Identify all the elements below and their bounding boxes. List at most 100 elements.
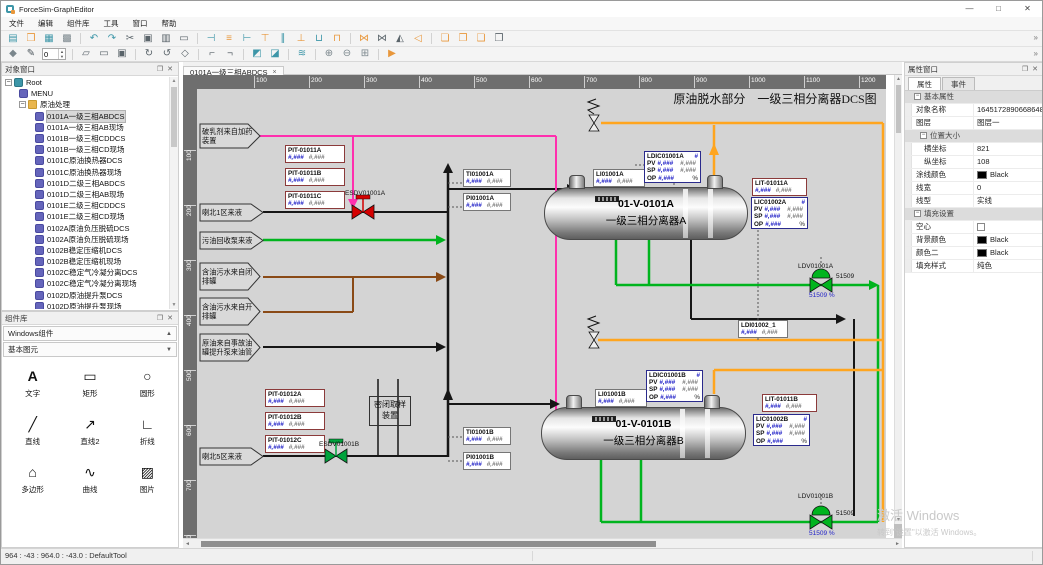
menu-item[interactable]: 文件 bbox=[2, 17, 31, 30]
group-collapse-icon[interactable]: − bbox=[914, 93, 921, 100]
flip-horizontal-icon[interactable]: ⋈ bbox=[356, 32, 372, 46]
hook-out-icon[interactable]: ¬ bbox=[222, 47, 238, 61]
send-to-back-icon[interactable]: ❐ bbox=[455, 32, 471, 46]
maximize-button[interactable]: □ bbox=[984, 1, 1013, 17]
open-file-icon[interactable]: ❒ bbox=[23, 32, 39, 46]
ungroup-icon[interactable]: ❒ bbox=[491, 32, 507, 46]
menu-item[interactable]: 工具 bbox=[97, 17, 126, 30]
instrument-PIT-01012C[interactable]: PIT-01012C#,####,### bbox=[265, 435, 325, 453]
closed-sampling-device[interactable]: 密闭取样装置 bbox=[369, 396, 411, 426]
free-rotate-icon[interactable]: ◇ bbox=[177, 47, 193, 61]
print-icon[interactable]: ▩ bbox=[59, 32, 75, 46]
instrument-TI01001B[interactable]: TI01001B#,####,### bbox=[463, 427, 511, 445]
component-group-bar[interactable]: Windows组件▲ bbox=[3, 326, 177, 341]
undo-icon[interactable]: ↶ bbox=[86, 32, 102, 46]
tree-node-screen[interactable]: 0102C稳定气冷凝分离DCS bbox=[3, 267, 168, 278]
component-polyline-tool[interactable]: ∟折线 bbox=[119, 415, 176, 447]
canvas-vertical-scrollbar[interactable]: ▲ ▼ bbox=[894, 75, 902, 524]
property-row[interactable]: 对象名称1645172890668648 bbox=[905, 104, 1043, 117]
property-value[interactable]: Black bbox=[974, 247, 1043, 259]
property-row[interactable]: 涂线颜色Black bbox=[905, 169, 1043, 182]
paste-icon[interactable]: ▥ bbox=[158, 32, 174, 46]
property-row[interactable]: −位置大小 bbox=[905, 130, 1043, 143]
controller-LDIC01001A[interactable]: LDIC01001A#PV#,####,###SP#,####,###OP#,#… bbox=[644, 151, 701, 183]
zoom-out-icon[interactable]: ⊖ bbox=[339, 47, 355, 61]
component-polygon-tool[interactable]: ⌂多边形 bbox=[4, 463, 61, 495]
property-value[interactable]: Black bbox=[974, 234, 1043, 246]
tree-node-screen[interactable]: 0102B稳定压缩机DCS bbox=[3, 245, 168, 256]
property-row[interactable]: 背景颜色Black bbox=[905, 234, 1043, 247]
align-middle-icon[interactable]: ∥ bbox=[275, 32, 291, 46]
line-width-input[interactable] bbox=[43, 49, 58, 59]
controller-LIC01002A[interactable]: LIC01002A#PV#,####,###SP#,####,###OP#,##… bbox=[751, 197, 808, 229]
new-file-icon[interactable]: ▤ bbox=[5, 32, 21, 46]
collapse-arrow-icon[interactable]: ▲ bbox=[166, 328, 172, 340]
align-left-icon[interactable]: ⊣ bbox=[203, 32, 219, 46]
instrument-LI01001B[interactable]: LI01001B#,####,### bbox=[595, 389, 647, 407]
menu-item[interactable]: 窗口 bbox=[126, 17, 155, 30]
instrument-PI01001B[interactable]: PI01001B#,####,### bbox=[463, 452, 511, 470]
tree-node-screen[interactable]: 0101D二级三相AB现场 bbox=[3, 189, 168, 200]
zoom-fit-icon[interactable]: ⊞ bbox=[357, 47, 373, 61]
property-row[interactable]: 横坐标821 bbox=[905, 143, 1043, 156]
property-value[interactable]: 图层一 bbox=[974, 117, 1043, 129]
edit-image-icon[interactable]: ▣ bbox=[114, 47, 130, 61]
group-icon[interactable]: ❑ bbox=[473, 32, 489, 46]
tree-node-screen[interactable]: 0102A原油负压脱硫DCS bbox=[3, 222, 168, 233]
property-value[interactable]: 108 bbox=[974, 156, 1043, 168]
align-right-icon[interactable]: ⊢ bbox=[239, 32, 255, 46]
property-row[interactable]: 图层图层一 bbox=[905, 117, 1043, 130]
component-curve-tool[interactable]: ∿曲线 bbox=[61, 463, 118, 495]
panel-close-icon[interactable]: ✕ bbox=[165, 65, 175, 73]
instrument-PIT-01012A[interactable]: PIT-01012A#,####,### bbox=[265, 389, 325, 407]
vessel-01-V-0101B[interactable]: 01-V-0101B一级三相分离器B bbox=[541, 407, 746, 460]
menu-item[interactable]: 组件库 bbox=[60, 17, 97, 30]
panel-float-icon[interactable]: ❐ bbox=[1020, 65, 1030, 73]
edit-points-icon[interactable]: ▱ bbox=[78, 47, 94, 61]
property-row[interactable]: 线型实线 bbox=[905, 195, 1043, 208]
checkbox[interactable] bbox=[977, 223, 985, 231]
tree-node-screen[interactable]: 0101A一级三相ABDCS bbox=[3, 111, 168, 122]
tree-node-screen[interactable]: 0101A一级三相AB现场 bbox=[3, 122, 168, 133]
property-row[interactable]: −基本属性 bbox=[905, 91, 1043, 104]
tree-node-screen[interactable]: 0102D原油提升泵现场 bbox=[3, 301, 168, 309]
property-row[interactable]: 颜色二Black bbox=[905, 247, 1043, 260]
save-icon[interactable]: ▦ bbox=[41, 32, 57, 46]
instrument-LI01001A[interactable]: LI01001A#,####,### bbox=[593, 169, 645, 187]
pen-icon[interactable]: ✎ bbox=[23, 47, 39, 61]
tree-scrollbar[interactable]: ▲ ▼ bbox=[169, 77, 178, 309]
property-row[interactable]: 纵坐标108 bbox=[905, 156, 1043, 169]
property-value[interactable]: 0 bbox=[974, 182, 1043, 194]
delete-icon[interactable]: ▭ bbox=[176, 32, 192, 46]
rotate-ccw-icon[interactable]: ↺ bbox=[159, 47, 175, 61]
minimize-button[interactable]: — bbox=[955, 1, 984, 17]
instrument-LDI01002_1[interactable]: LDI01002_1#,####,### bbox=[738, 320, 788, 338]
component-group-bar[interactable]: 基本图元▼ bbox=[3, 342, 177, 357]
property-row[interactable]: 线宽0 bbox=[905, 182, 1043, 195]
align-bottom-icon[interactable]: ⊥ bbox=[293, 32, 309, 46]
menu-item[interactable]: 编辑 bbox=[31, 17, 60, 30]
properties-tab[interactable]: 事件 bbox=[942, 77, 975, 90]
component-image-tool[interactable]: ▨图片 bbox=[119, 463, 176, 495]
vessel-01-V-0101A[interactable]: 01-V-0101A一级三相分离器A bbox=[544, 187, 748, 240]
tree-node-screen[interactable]: 0102C稳定气冷凝分离现场 bbox=[3, 278, 168, 289]
component-line-tool[interactable]: ╱直线 bbox=[4, 415, 61, 447]
group-collapse-icon[interactable]: − bbox=[920, 132, 927, 139]
instrument-TI01001A[interactable]: TI01001A#,####,### bbox=[463, 169, 511, 187]
select-lasso-icon[interactable]: ◪ bbox=[267, 47, 283, 61]
instrument-PIT-01011C[interactable]: PIT-01011C#,####,### bbox=[285, 191, 345, 209]
instrument-PIT-01011A[interactable]: PIT-01011A#,####,### bbox=[285, 145, 345, 163]
panel-float-icon[interactable]: ❐ bbox=[155, 65, 165, 73]
panel-close-icon[interactable]: ✕ bbox=[165, 314, 175, 322]
component-line2-tool[interactable]: ↗直线2 bbox=[61, 415, 118, 447]
select-region-icon[interactable]: ◩ bbox=[249, 47, 265, 61]
controller-LIC01002B[interactable]: LIC01002B#PV#,####,###SP#,####,###OP#,##… bbox=[753, 414, 810, 446]
property-value[interactable]: Black bbox=[974, 169, 1043, 181]
align-top-icon[interactable]: ⊤ bbox=[257, 32, 273, 46]
panel-close-icon[interactable]: ✕ bbox=[1030, 65, 1040, 73]
instrument-PI01001A[interactable]: PI01001A#,####,### bbox=[463, 193, 511, 211]
menu-item[interactable]: 帮助 bbox=[155, 17, 184, 30]
tree-node-folder[interactable]: −原油处理 bbox=[3, 99, 168, 110]
edit-rect-icon[interactable]: ▭ bbox=[96, 47, 112, 61]
tree-expander-icon[interactable]: − bbox=[5, 79, 12, 86]
